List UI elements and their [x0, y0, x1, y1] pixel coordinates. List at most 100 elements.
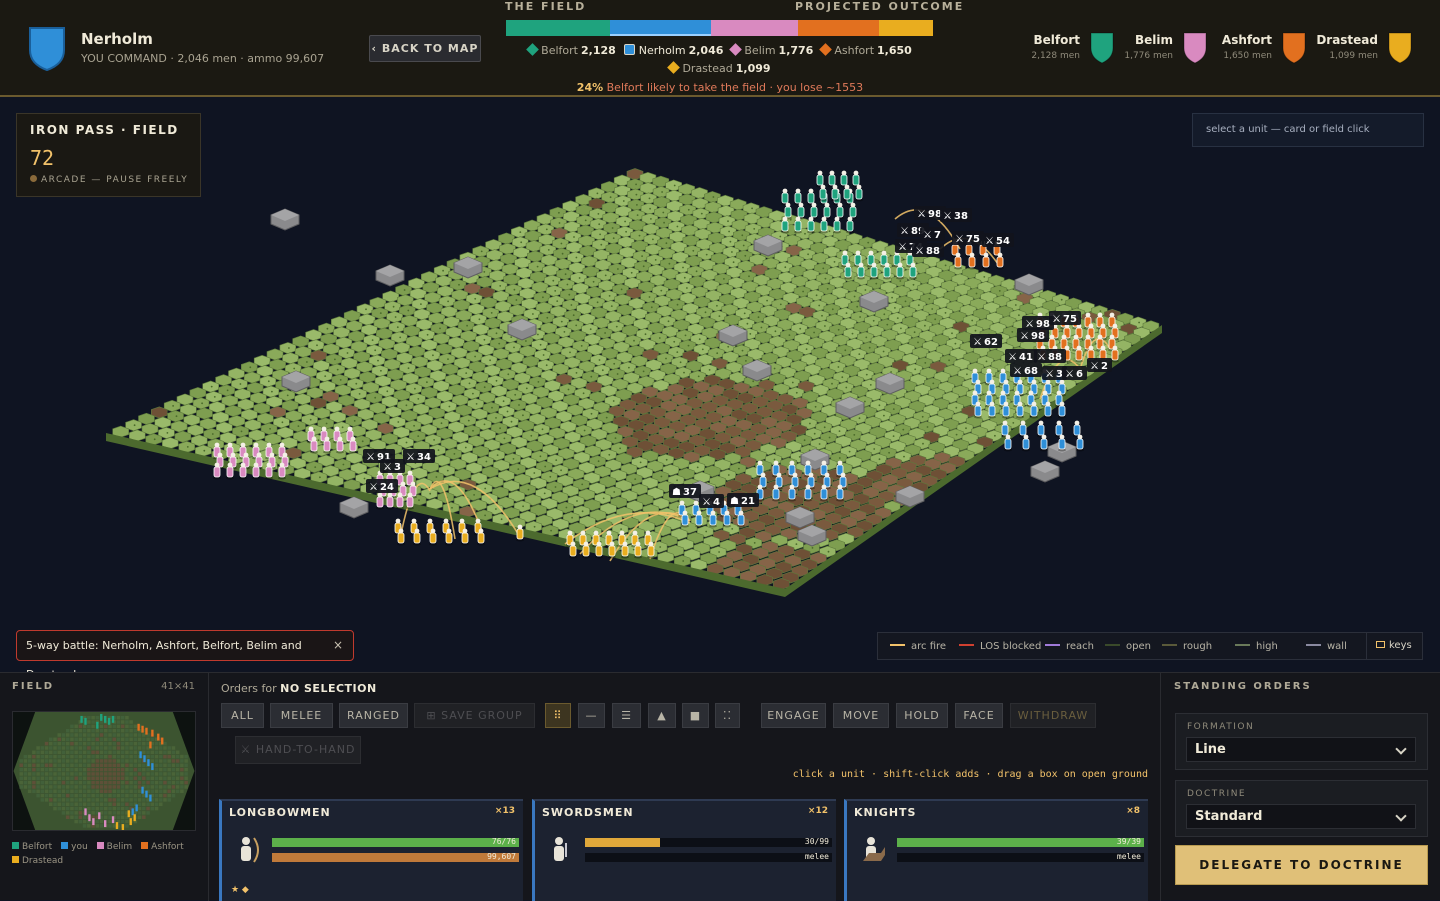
bar-label: 99,607 — [487, 852, 516, 861]
hand-to-hand-button[interactable]: ⚔ HAND-TO-HAND — [235, 736, 361, 764]
minimap-unit — [111, 816, 115, 824]
swatch-icon — [96, 842, 104, 849]
faction-card-drastead[interactable]: Drastead 1,099 men — [1312, 32, 1412, 72]
hex-map[interactable]: ⚔98⚔38⚔89⚔7⚔75⚔54⚔74⚔88⚔98⚔75⚔98⚔62⚔41⚔8… — [0, 99, 1440, 672]
engagement-marker[interactable]: ☗ 21 — [727, 493, 759, 507]
formation-wedge-icon[interactable]: ▲ — [648, 703, 676, 728]
faction-card-belim[interactable]: Belim 1,776 men — [1107, 32, 1207, 72]
force-segment-ashfort — [797, 20, 879, 36]
diamond-icon — [819, 43, 833, 56]
engagement-marker[interactable]: ⚔ 88 — [912, 243, 944, 257]
minimap-unit — [161, 737, 164, 745]
engagement-marker[interactable]: ⚔ 88 — [1034, 349, 1066, 363]
force-men: 2,128 — [580, 44, 616, 57]
minimap[interactable] — [12, 711, 196, 831]
swatch-icon — [61, 842, 69, 849]
engagement-marker[interactable]: ⚔ 75 — [1049, 311, 1081, 325]
unit-rank-icons: ★ ◆ — [231, 885, 249, 895]
engagement-marker[interactable]: ⚔ 2 — [1087, 358, 1112, 372]
formation-loose-icon[interactable]: ⁚⁚ — [715, 703, 740, 728]
engagement-marker[interactable]: ⚔ 41 — [1005, 349, 1037, 363]
legend-item: arc fire — [890, 641, 946, 652]
engagement-marker[interactable]: ⚔ 34 — [403, 449, 435, 463]
force-men: 1,650 — [877, 44, 912, 57]
minimap-unit — [107, 717, 111, 725]
unit-card-longbowmen[interactable]: LONGBOWMEN ×13 76/76 99,607 ★ ◆ — [219, 799, 523, 901]
unit-card-swordsmen[interactable]: SWORDSMEN ×12 30/99 melee — [532, 799, 836, 901]
delegate-to-doctrine-button[interactable]: DELEGATE TO DOCTRINE — [1175, 845, 1428, 885]
engagement-marker[interactable]: ⚔ 38 — [940, 208, 972, 222]
force-balance-bar — [506, 20, 934, 36]
filter-ranged-button[interactable]: RANGED — [339, 703, 408, 728]
hold-button[interactable]: HOLD — [896, 703, 948, 728]
minimap-unit — [96, 721, 99, 729]
minimap-unit — [104, 715, 107, 723]
unit-count: ×12 — [807, 806, 828, 816]
faction-men: 1,776 men — [1124, 51, 1173, 61]
diamond-icon — [526, 43, 540, 56]
engagement-marker[interactable]: ⚔ 4 — [699, 494, 724, 508]
filter-all-button[interactable]: ALL — [221, 703, 264, 728]
engagement-marker[interactable]: ☗ 37 — [669, 484, 701, 498]
minimap-unit — [149, 794, 152, 802]
minimap-unit — [147, 759, 150, 767]
minimap-title: FIELD — [12, 681, 55, 692]
faction-card-belfort[interactable]: Belfort 2,128 men — [1014, 32, 1114, 72]
formation-square-icon[interactable]: ■ — [682, 703, 709, 728]
engage-button[interactable]: ENGAGE — [761, 703, 826, 728]
marker-value: 6 — [1076, 369, 1083, 380]
battle-field[interactable]: ⚔98⚔38⚔89⚔7⚔75⚔54⚔74⚔88⚔98⚔75⚔98⚔62⚔41⚔8… — [0, 99, 1440, 672]
crossed-swords-icon: ⚔ — [898, 242, 907, 253]
engagement-marker[interactable]: ⚔ 6 — [1062, 366, 1087, 380]
doctrine-select[interactable]: Standard — [1186, 804, 1416, 829]
engagement-marker[interactable]: ⚔ 54 — [982, 233, 1014, 247]
force-legend-item: Drastead 1,099 — [667, 60, 771, 78]
formation-block-icon[interactable]: ⠿ — [545, 703, 571, 728]
crossed-swords-icon: ⚔ — [973, 337, 982, 348]
unit-name: KNIGHTS — [854, 806, 917, 819]
engagement-marker[interactable]: ⚔ 98 — [1017, 328, 1049, 342]
bar-fill — [585, 838, 660, 847]
engagement-marker[interactable]: ⚔ 75 — [952, 231, 984, 245]
faction-card-ashfort[interactable]: Ashfort 1,650 men — [1206, 32, 1306, 72]
marker-value: 38 — [954, 211, 968, 222]
minimap-unit — [151, 763, 154, 771]
back-to-map-button[interactable]: ‹ BACK TO MAP — [369, 35, 481, 62]
minimap-unit — [129, 818, 132, 826]
engagement-marker[interactable]: ⚔ 24 — [366, 479, 398, 493]
engagement-marker[interactable]: ⚔ 68 — [1010, 363, 1042, 377]
force-legend-item: Nerholm 2,046 — [623, 42, 723, 60]
engagement-marker[interactable]: ⚔ 62 — [970, 334, 1002, 348]
toast-close-icon[interactable]: × — [333, 631, 343, 660]
filter-melee-button[interactable]: MELEE — [270, 703, 333, 728]
shield-icon: ☗ — [672, 487, 681, 498]
save-group-button[interactable]: ⊞ SAVE GROUP — [414, 703, 535, 728]
player-subtitle: YOU COMMAND · 2,046 men · ammo 99,607 — [81, 52, 325, 65]
crossed-swords-icon: ⚔ — [900, 226, 909, 237]
marker-value: 2 — [1101, 361, 1108, 372]
faction-men: 1,650 men — [1223, 51, 1272, 61]
minimap-legend-item: Belfort — [12, 840, 52, 854]
faction-name: Ashfort — [1221, 33, 1272, 47]
marker-value: 75 — [1063, 314, 1077, 325]
move-button[interactable]: MOVE — [833, 703, 889, 728]
unit-card-knights[interactable]: KNIGHTS ×8 39/39 melee — [844, 799, 1148, 901]
withdraw-button[interactable]: WITHDRAW — [1010, 703, 1096, 728]
minimap-unit — [100, 713, 103, 721]
swatch-icon — [141, 842, 149, 849]
face-button[interactable]: FACE — [955, 703, 1003, 728]
formation-line-icon[interactable]: — — [578, 703, 605, 728]
minimap-unit — [111, 715, 115, 723]
orders-title: Orders for NO SELECTION — [221, 682, 377, 695]
marker-value: 4 — [713, 497, 720, 508]
chevron-down-icon — [1395, 743, 1407, 755]
crossed-swords-icon: ⚔ — [1045, 369, 1054, 380]
legend-item: reach — [1045, 641, 1094, 652]
keys-button[interactable]: keys — [1366, 633, 1412, 659]
formation-column-icon[interactable]: ☰ — [612, 703, 641, 728]
engagement-marker[interactable]: ⚔ 7 — [920, 227, 945, 241]
engagement-marker[interactable]: ⚔ 3 — [380, 459, 405, 473]
marker-value: 34 — [417, 452, 431, 463]
formation-select[interactable]: Line — [1186, 737, 1416, 762]
unit-strength-bar: 76/76 — [272, 837, 519, 847]
